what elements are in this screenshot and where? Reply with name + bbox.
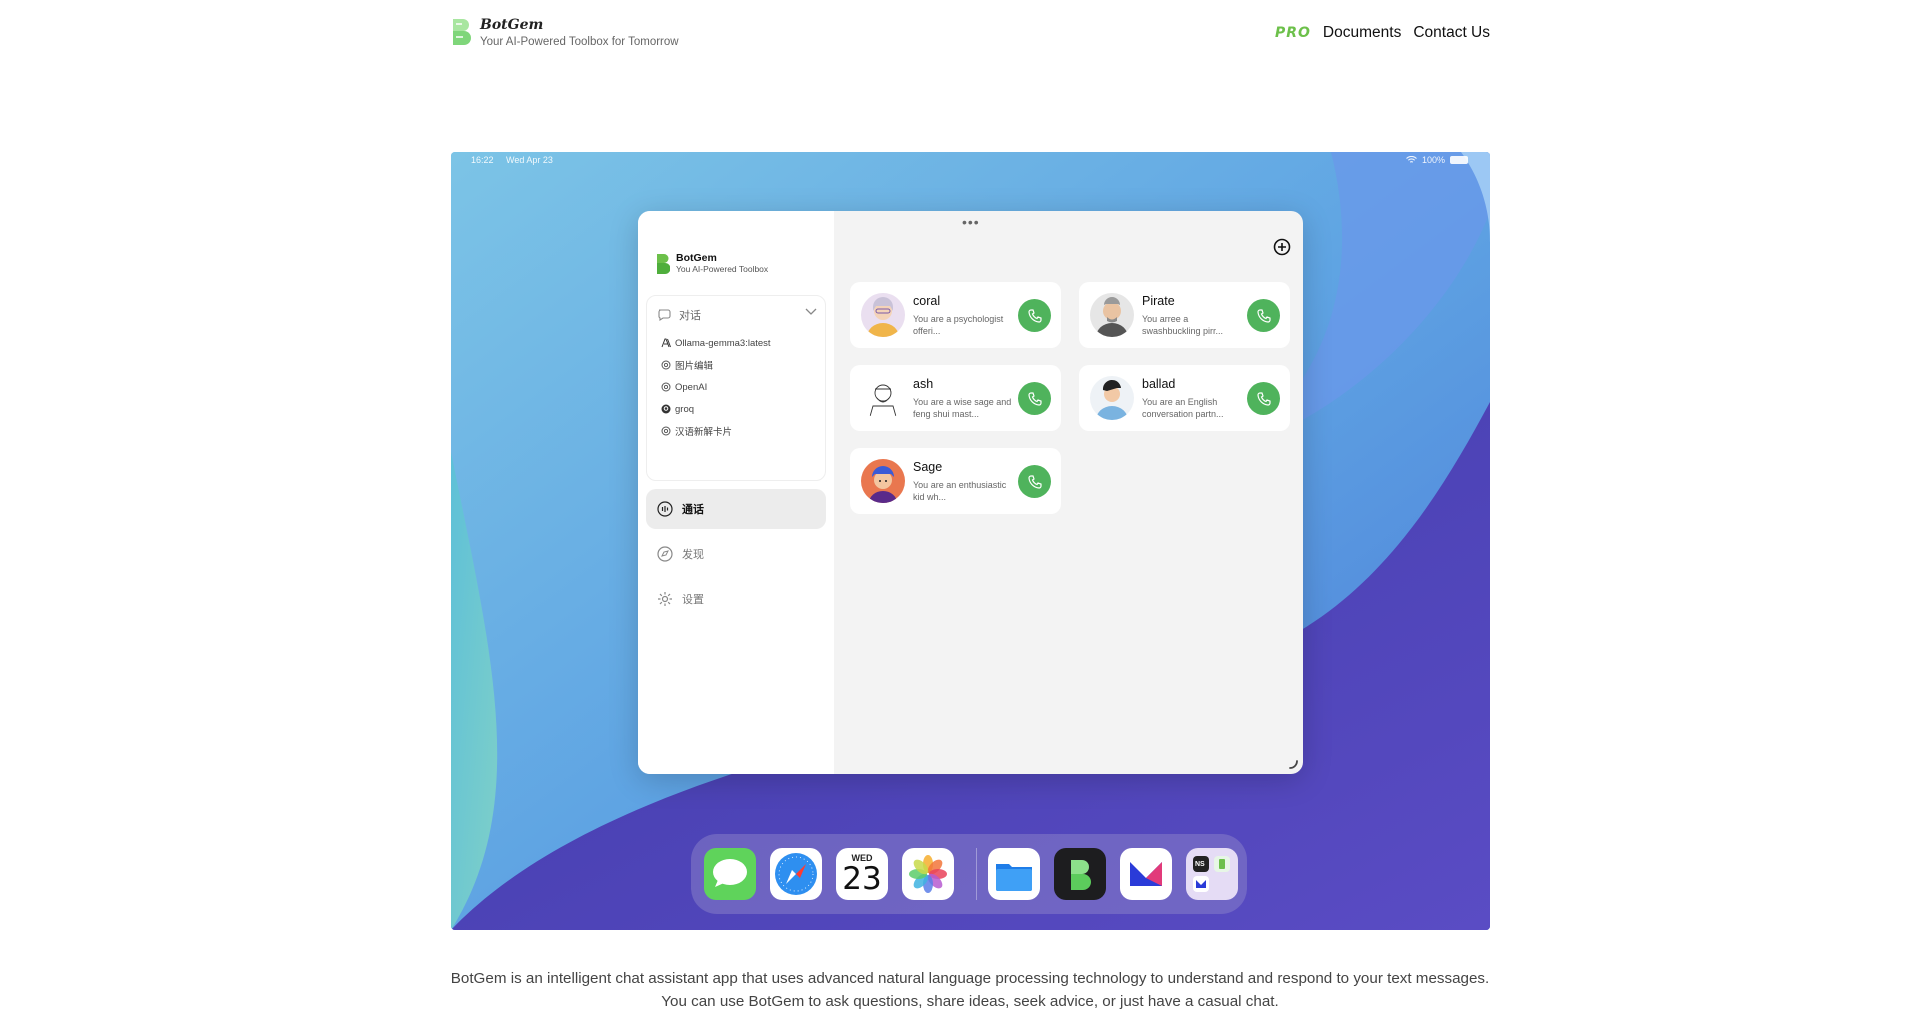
call-button[interactable]	[1247, 382, 1280, 415]
chat-item-label: groq	[675, 403, 695, 415]
phone-wave-icon	[657, 501, 673, 517]
openai-icon	[661, 360, 671, 370]
avatar	[1090, 293, 1134, 337]
brand-name: BotGem	[480, 17, 544, 33]
chat-item-label: OpenAI	[675, 381, 708, 393]
app-brand: BotGem You AI-Powered Toolbox	[656, 252, 768, 275]
app-window: BotGem You AI-Powered Toolbox 对话 Ollama-…	[638, 211, 1303, 774]
safari-icon[interactable]	[770, 848, 822, 900]
botgem-logo-icon	[453, 19, 471, 45]
contact-name: coral	[913, 294, 941, 308]
calendar-icon[interactable]: WED 23	[836, 848, 888, 900]
call-button[interactable]	[1247, 299, 1280, 332]
battery-percent: 100%	[1421, 155, 1445, 165]
contact-description: You arree a swashbuckling pirr...	[1142, 314, 1224, 336]
chat-item[interactable]: OpenAI	[661, 380, 707, 394]
sidebar: BotGem You AI-Powered Toolbox 对话 Ollama-…	[638, 211, 834, 774]
site-header: BotGem Your AI-Powered Toolbox for Tomor…	[450, 16, 1490, 56]
status-bar-left: 16:22 Wed Apr 23	[471, 155, 563, 165]
contact-card-pirate[interactable]: Pirate You arree a swashbuckling pirr...	[1079, 282, 1290, 348]
app-description: BotGem is an intelligent chat assistant …	[450, 970, 1490, 1010]
app-brand-name: BotGem	[676, 252, 717, 264]
add-contact-button[interactable]	[1273, 238, 1291, 256]
nav-documents-link[interactable]: Documents	[1323, 24, 1401, 42]
chat-group-label: 对话	[679, 310, 701, 322]
app-folder-icon[interactable]: NS	[1186, 848, 1238, 900]
brand[interactable]: BotGem Your AI-Powered Toolbox for Tomor…	[450, 16, 679, 50]
groq-icon	[661, 404, 671, 414]
mail-app-icon[interactable]	[1120, 848, 1172, 900]
wifi-icon	[1406, 156, 1417, 163]
contact-description: You are a wise sage and feng shui mast..…	[913, 397, 1012, 419]
contact-card-coral[interactable]: coral You are a psychologist offeri...	[850, 282, 1061, 348]
hero-screenshot: 16:22 Wed Apr 23 100% BotGem You AI-Powe…	[451, 152, 1490, 930]
contact-name: Pirate	[1142, 294, 1175, 308]
phone-icon	[1027, 391, 1042, 406]
avatar	[861, 293, 905, 337]
call-button[interactable]	[1018, 382, 1051, 415]
dock-divider	[976, 848, 977, 900]
phone-icon	[1256, 308, 1271, 323]
chat-item-label: 汉语新解卡片	[675, 427, 733, 438]
battery-icon	[1450, 156, 1468, 164]
sidebar-item-label: 发现	[682, 549, 704, 561]
contact-name: ash	[913, 377, 934, 391]
chevron-down-icon[interactable]	[805, 308, 817, 316]
avatar	[861, 459, 905, 503]
app-brand-tagline: You AI-Powered Toolbox	[676, 264, 769, 274]
sidebar-item-discover[interactable]: 发现	[646, 534, 826, 574]
dock: WED 23 NS	[691, 834, 1247, 914]
status-date: Wed Apr 23	[506, 155, 553, 165]
chat-item-label: Ollama-gemma3:latest	[675, 337, 771, 349]
call-button[interactable]	[1018, 465, 1051, 498]
compass-icon	[657, 546, 673, 562]
messages-icon[interactable]	[704, 848, 756, 900]
top-nav: PRO Documents Contact Us	[1275, 24, 1490, 42]
contact-name: Sage	[913, 460, 943, 474]
botgem-app-icon[interactable]	[1054, 848, 1106, 900]
chat-item[interactable]: 汉语新解卡片	[661, 424, 732, 438]
gear-icon	[658, 592, 672, 606]
sidebar-item-label: 设置	[682, 594, 704, 606]
status-bar-right: 100%	[1406, 155, 1468, 165]
chat-item[interactable]: Ollama-gemma3:latest	[661, 336, 771, 350]
chat-item-label: 图片编辑	[675, 361, 714, 372]
nav-contact-link[interactable]: Contact Us	[1413, 24, 1490, 42]
contact-card-ash[interactable]: ash You are a wise sage and feng shui ma…	[850, 365, 1061, 431]
chat-group-header[interactable]: 对话	[657, 306, 817, 324]
phone-icon	[1027, 308, 1042, 323]
status-time: 16:22	[471, 155, 494, 165]
openai-icon	[661, 382, 671, 392]
sidebar-item-calls[interactable]: 通话	[646, 489, 826, 529]
chat-item[interactable]: 图片编辑	[661, 358, 713, 372]
call-button[interactable]	[1018, 299, 1051, 332]
contact-description: You are a psychologist offeri...	[913, 314, 1004, 336]
chat-bubbles-icon	[658, 309, 671, 322]
contact-description: You are an enthusiastic kid wh...	[913, 480, 1007, 502]
avatar	[1090, 376, 1134, 420]
contact-card-sage[interactable]: Sage You are an enthusiastic kid wh...	[850, 448, 1061, 514]
calendar-date: 23	[842, 861, 882, 897]
brand-tagline: Your AI-Powered Toolbox for Tomorrow	[480, 36, 679, 48]
window-menu-dots[interactable]: •••	[962, 214, 980, 230]
contact-description: You are an English conversation partn...	[1142, 397, 1224, 419]
phone-icon	[1256, 391, 1271, 406]
files-icon[interactable]	[988, 848, 1040, 900]
phone-icon	[1027, 474, 1042, 489]
chat-group: 对话 Ollama-gemma3:latest 图片编辑 OpenAI groq…	[646, 295, 826, 481]
sidebar-item-label: 通话	[682, 504, 704, 516]
contact-card-ballad[interactable]: ballad You are an English conversation p…	[1079, 365, 1290, 431]
folder-ns-label: NS	[1195, 861, 1205, 868]
nav-pro-link[interactable]: PRO	[1275, 25, 1311, 41]
photos-icon[interactable]	[902, 848, 954, 900]
botgem-logo-icon	[657, 253, 670, 274]
avatar	[861, 376, 905, 420]
sidebar-item-settings[interactable]: 设置	[646, 579, 826, 619]
chat-item[interactable]: groq	[661, 402, 694, 416]
anthropic-icon	[661, 338, 671, 348]
openai-icon	[661, 426, 671, 436]
contact-name: ballad	[1142, 377, 1176, 391]
resize-handle-icon[interactable]	[1287, 758, 1299, 770]
